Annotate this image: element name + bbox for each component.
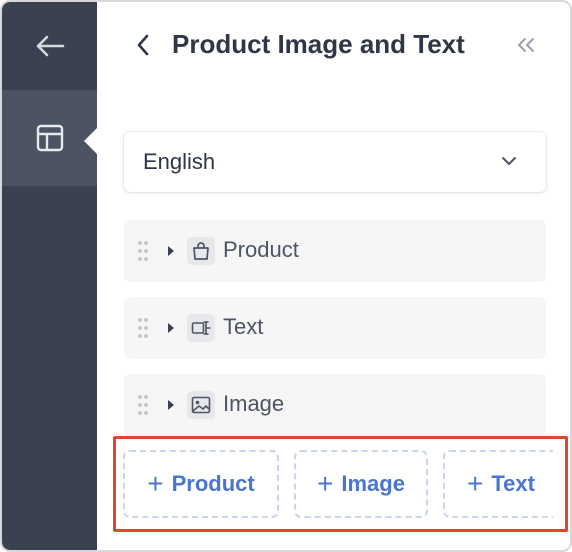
image-icon (187, 391, 215, 419)
expand-caret-icon[interactable] (166, 244, 176, 258)
language-value: English (143, 149, 216, 174)
add-block-row: + Product + Image + Text (123, 450, 553, 518)
collapse-panel-button[interactable] (515, 32, 537, 58)
plus-icon: + (317, 468, 334, 499)
add-button-label: Image (341, 471, 405, 496)
chevron-down-icon (502, 157, 516, 165)
shopping-bag-icon (187, 237, 215, 265)
arrow-left-icon (36, 35, 64, 57)
add-text-button[interactable]: + Text (443, 450, 553, 518)
left-rail (2, 2, 97, 550)
panel-back-button[interactable] (131, 32, 155, 58)
editor-frame: Product Image and Text English Product T… (0, 0, 572, 552)
expand-caret-icon[interactable] (166, 321, 176, 335)
plus-icon: + (147, 468, 164, 499)
panel-header: Product Image and Text (97, 2, 570, 88)
active-indicator (84, 127, 98, 155)
page-title: Product Image and Text (172, 29, 465, 59)
add-button-label: Text (491, 471, 535, 496)
plus-icon: + (467, 468, 484, 499)
settings-panel: Product Image and Text English Product T… (97, 2, 570, 550)
block-item-text[interactable]: Text (124, 297, 546, 359)
block-item-image[interactable]: Image (124, 374, 546, 436)
add-image-button[interactable]: + Image (294, 450, 428, 518)
language-select[interactable]: English (124, 132, 546, 192)
layout-icon (36, 124, 63, 152)
double-chevron-left-icon (518, 38, 534, 52)
back-button[interactable] (2, 2, 97, 90)
drag-handle-icon[interactable] (137, 317, 149, 339)
expand-caret-icon[interactable] (166, 398, 176, 412)
add-button-label: Product (171, 471, 255, 496)
block-label: Text (223, 314, 264, 339)
block-item-product[interactable]: Product (124, 220, 546, 282)
chevron-left-icon (137, 34, 149, 56)
text-field-icon (187, 314, 215, 342)
add-product-button[interactable]: + Product (123, 450, 279, 518)
rail-item-layout[interactable] (2, 90, 97, 186)
block-label: Image (223, 391, 285, 416)
drag-handle-icon[interactable] (137, 394, 149, 416)
drag-handle-icon[interactable] (137, 240, 149, 262)
block-label: Product (223, 237, 299, 262)
